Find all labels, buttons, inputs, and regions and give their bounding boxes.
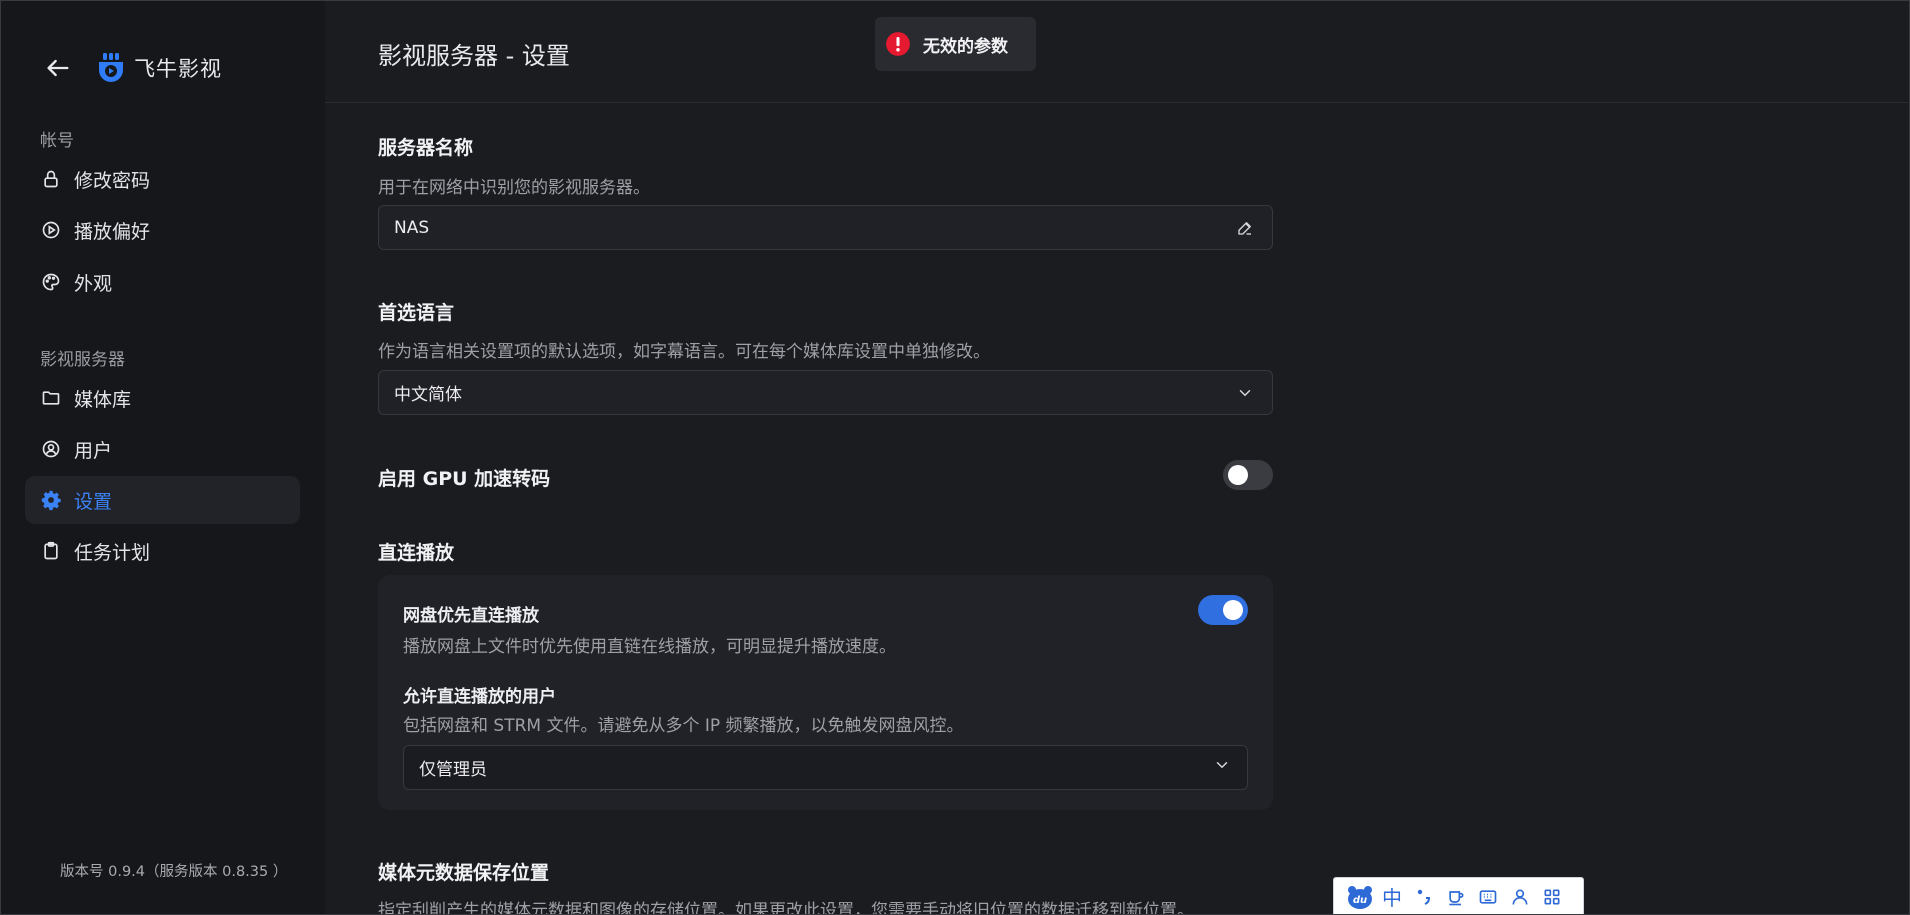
page-title: 影视服务器 - 设置 [378, 42, 570, 70]
punctuation-icon[interactable] [1408, 881, 1440, 913]
chevron-down-icon [1213, 756, 1231, 779]
app-logo-icon [99, 53, 123, 82]
arrow-left-icon [47, 59, 69, 77]
gpu-transcode-title: 启用 GPU 加速转码 [378, 468, 551, 490]
ime-toolbar: du 中 [1333, 877, 1584, 915]
gear-icon [40, 489, 62, 511]
palette-icon [40, 271, 62, 293]
allowed-users-select[interactable]: 仅管理员 [403, 745, 1248, 790]
server-name-input[interactable]: NAS [378, 205, 1273, 250]
toggle-knob [1228, 465, 1248, 485]
server-name-title: 服务器名称 [378, 137, 474, 159]
sidebar-item-label: 任务计划 [74, 541, 151, 564]
sidebar-item-label: 外观 [74, 272, 113, 295]
brand: 飞牛影视 [40, 48, 222, 88]
keyboard-icon[interactable] [1472, 881, 1504, 913]
header-divider [325, 102, 1909, 103]
sidebar-item-scheduled-tasks[interactable]: 任务计划 [25, 527, 300, 575]
cloud-first-toggle[interactable] [1198, 595, 1248, 625]
section-label-server: 影视服务器 [40, 350, 125, 370]
section-label-account: 帐号 [40, 131, 74, 151]
allowed-users-value: 仅管理员 [419, 760, 487, 780]
sidebar-item-users[interactable]: 用户 [25, 425, 300, 473]
gpu-transcode-toggle[interactable] [1223, 460, 1273, 490]
app-name: 飞牛影视 [134, 57, 222, 81]
user-icon[interactable] [1504, 881, 1536, 913]
sidebar-item-appearance[interactable]: 外观 [25, 258, 300, 306]
sidebar-item-media-library[interactable]: 媒体库 [25, 374, 300, 422]
sidebar-item-label: 修改密码 [74, 169, 151, 192]
direct-play-card: 网盘优先直连播放 播放网盘上文件时优先使用直链在线播放，可明显提升播放速度。 允… [378, 575, 1273, 810]
cloud-first-title: 网盘优先直连播放 [403, 606, 539, 626]
sidebar-item-playback-preferences[interactable]: 播放偏好 [25, 206, 300, 254]
sidebar-item-change-password[interactable]: 修改密码 [25, 155, 300, 203]
error-toast: 无效的参数 [875, 17, 1036, 71]
lock-icon [40, 168, 62, 190]
language-title: 首选语言 [378, 302, 455, 324]
sidebar-item-label: 设置 [74, 490, 113, 513]
sidebar-item-label: 用户 [74, 439, 113, 462]
ime-logo-icon[interactable]: du [1344, 881, 1376, 913]
error-icon [886, 32, 910, 56]
skin-icon[interactable] [1440, 881, 1472, 913]
toast-message: 无效的参数 [923, 36, 1008, 57]
sidebar: 飞牛影视 帐号 修改密码 播放偏好 外观 影视服务器 媒体库 用户 设置 任务计… [0, 0, 325, 915]
back-button[interactable] [40, 50, 76, 86]
sidebar-item-label: 媒体库 [74, 388, 132, 411]
language-select[interactable]: 中文简体 [378, 370, 1273, 415]
chevron-down-icon [1234, 382, 1256, 404]
metadata-path-title: 媒体元数据保存位置 [378, 862, 550, 884]
grid-menu-icon[interactable] [1536, 881, 1568, 913]
clipboard-icon [40, 540, 62, 562]
sidebar-item-label: 播放偏好 [74, 220, 151, 243]
ime-mode-toggle[interactable]: 中 [1376, 881, 1408, 913]
edit-icon[interactable] [1234, 217, 1256, 239]
ime-brand-text: du [1353, 895, 1367, 906]
allowed-users-title: 允许直连播放的用户 [403, 687, 556, 707]
metadata-path-description: 指定刮削产生的媒体元数据和图像的存储位置。如果更改此设置，您需要手动将旧位置的数… [378, 901, 1194, 915]
language-description: 作为语言相关设置项的默认选项，如字幕语言。可在每个媒体库设置中单独修改。 [378, 342, 990, 362]
folder-icon [40, 387, 62, 409]
user-circle-icon [40, 438, 62, 460]
server-name-description: 用于在网络中识别您的影视服务器。 [378, 178, 650, 198]
cloud-first-description: 播放网盘上文件时优先使用直链在线播放，可明显提升播放速度。 [403, 637, 896, 657]
version-text: 版本号 0.9.4（服务版本 0.8.35 ） [60, 864, 288, 880]
direct-play-title: 直连播放 [378, 542, 455, 564]
toggle-knob [1223, 600, 1243, 620]
sidebar-item-settings[interactable]: 设置 [25, 476, 300, 524]
server-name-value: NAS [394, 217, 430, 238]
language-value: 中文简体 [394, 385, 462, 405]
allowed-users-description: 包括网盘和 STRM 文件。请避免从多个 IP 频繁播放，以免触发网盘风控。 [403, 716, 964, 736]
play-circle-icon [40, 219, 62, 241]
